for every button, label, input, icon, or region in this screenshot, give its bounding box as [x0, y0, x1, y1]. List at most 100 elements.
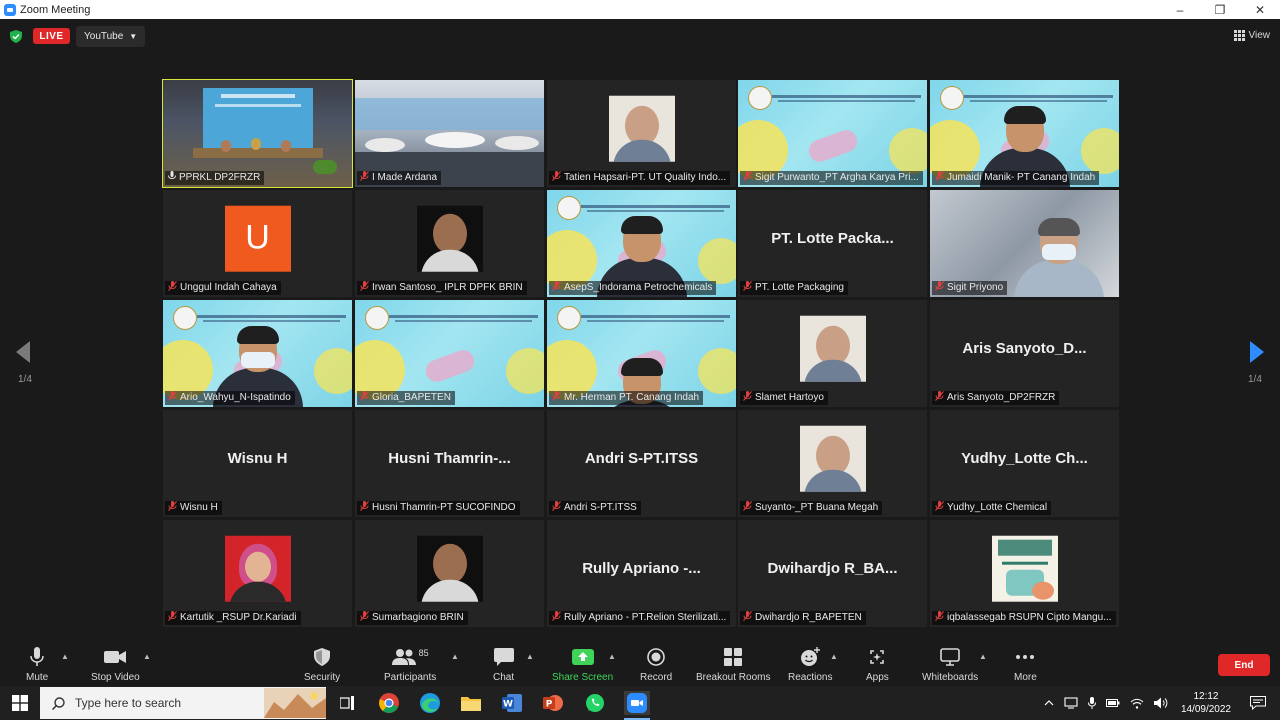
participant-name-label: Tatien Hapsari-PT. UT Quality Indo... — [549, 171, 731, 185]
participant-name-label: iqbalassegab RSUPN Cipto Mangu... — [932, 611, 1116, 625]
share-options-caret-icon[interactable]: ▲ — [608, 652, 616, 661]
maximize-button[interactable]: ❐ — [1200, 0, 1240, 19]
participant-name-label: Jumaidi Manik- PT Canang Indah — [932, 171, 1100, 185]
muted-microphone-icon — [552, 281, 561, 295]
muted-microphone-icon — [168, 281, 177, 295]
whiteboards-button[interactable]: Whiteboards — [922, 646, 978, 683]
participant-tile[interactable]: PT. Lotte Packa... PT. Lotte Packaging — [738, 190, 927, 297]
participant-tile[interactable]: Sigit Purwanto_PT Argha Karya Pri... — [738, 80, 927, 187]
chevron-up-icon[interactable] — [1044, 700, 1054, 706]
participant-name-label: AsepS_Indorama Petrochemicals — [549, 281, 717, 295]
participant-name-label: I Made Ardana — [357, 171, 442, 185]
chrome-icon[interactable] — [377, 691, 401, 715]
record-button[interactable]: Record — [640, 646, 672, 683]
participant-tile[interactable]: AsepS_Indorama Petrochemicals — [547, 190, 736, 297]
muted-microphone-icon — [935, 501, 944, 515]
whatsapp-icon[interactable] — [583, 691, 607, 715]
participants-options-caret-icon[interactable]: ▲ — [451, 652, 459, 661]
video-options-caret-icon[interactable]: ▲ — [143, 652, 151, 661]
participant-tile[interactable]: I Made Ardana — [355, 80, 544, 187]
participant-tile[interactable]: Kartutik _RSUP Dr.Kariadi — [163, 520, 352, 627]
edge-icon[interactable] — [418, 691, 442, 715]
participant-tile[interactable]: Dwihardjo R_BA... Dwihardjo R_BAPETEN — [738, 520, 927, 627]
muted-microphone-icon — [552, 171, 561, 185]
minimize-button[interactable]: – — [1160, 0, 1200, 19]
participant-name: Tatien Hapsari-PT. UT Quality Indo... — [564, 172, 727, 183]
participant-name-label: Wisnu H — [165, 501, 222, 515]
participant-tile[interactable]: Ario_Wahyu_N-Ispatindo — [163, 300, 352, 407]
shield-check-icon[interactable] — [10, 30, 22, 43]
microphone-tray-icon[interactable] — [1087, 697, 1096, 709]
participant-name-label: Kartutik _RSUP Dr.Kariadi — [165, 611, 301, 625]
file-explorer-icon[interactable] — [459, 691, 483, 715]
screen-share-tray-icon[interactable] — [1064, 697, 1078, 709]
taskbar-search-box[interactable]: Type here to search — [40, 687, 326, 719]
participant-tile[interactable]: Slamet Hartoyo — [738, 300, 927, 407]
muted-microphone-icon — [935, 281, 944, 295]
mute-button[interactable]: Mute — [26, 646, 48, 683]
participant-tile[interactable]: Gloria_BAPETEN — [355, 300, 544, 407]
next-page-arrow-icon[interactable] — [1250, 341, 1264, 363]
garuda-emblem-icon — [748, 86, 772, 110]
participant-profile-photo — [608, 95, 675, 162]
participant-tile[interactable]: Jumaidi Manik- PT Canang Indah — [930, 80, 1119, 187]
title-bar: Zoom Meeting – ❐ ✕ — [0, 0, 1280, 19]
powerpoint-icon[interactable]: P — [541, 691, 565, 715]
participant-tile[interactable]: PPRKL DP2FRZR — [162, 79, 353, 188]
muted-microphone-icon — [168, 611, 177, 625]
clock-time: 12:12 — [1193, 691, 1219, 702]
participant-tile[interactable]: Sumarbagiono BRIN — [355, 520, 544, 627]
share-screen-button[interactable]: Share Screen — [552, 646, 613, 683]
participant-tile[interactable]: Andri S-PT.ITSS Andri S-PT.ITSS — [547, 410, 736, 517]
security-button[interactable]: Security — [304, 646, 340, 683]
participant-display-name: Aris Sanyoto_D... — [962, 340, 1087, 357]
whiteboards-options-caret-icon[interactable]: ▲ — [979, 652, 987, 661]
participant-tile[interactable]: U Unggul Indah Cahaya — [163, 190, 352, 297]
windows-start-icon[interactable] — [0, 686, 40, 720]
previous-page-arrow-icon[interactable] — [16, 341, 30, 363]
participant-name: Ario_Wahyu_N-Ispatindo — [180, 392, 291, 403]
whiteboard-icon — [940, 646, 960, 668]
participant-tile[interactable]: Aris Sanyoto_D... Aris Sanyoto_DP2FRZR — [930, 300, 1119, 407]
participant-tile[interactable]: iqbalassegab RSUPN Cipto Mangu... — [930, 520, 1119, 627]
participant-tile[interactable]: Rully Apriano -... Rully Apriano - PT.Rel… — [547, 520, 736, 627]
wifi-icon[interactable] — [1130, 698, 1144, 709]
speaker-icon[interactable] — [1153, 697, 1168, 709]
battery-icon[interactable] — [1105, 699, 1120, 707]
participant-tile[interactable]: Tatien Hapsari-PT. UT Quality Indo... — [547, 80, 736, 187]
participants-icon: 85 — [391, 646, 429, 668]
live-badge[interactable]: LIVE — [33, 28, 70, 44]
breakout-rooms-button[interactable]: Breakout Rooms — [696, 646, 770, 683]
window-title: Zoom Meeting — [20, 3, 91, 16]
notifications-icon[interactable] — [1250, 696, 1266, 710]
reactions-options-caret-icon[interactable]: ▲ — [830, 652, 838, 661]
participant-name: AsepS_Indorama Petrochemicals — [564, 282, 713, 293]
participant-tile[interactable]: Mr. Herman PT. Canang Indah — [547, 300, 736, 407]
participant-tile[interactable]: Wisnu H Wisnu H — [163, 410, 352, 517]
participant-name-label: Andri S-PT.ITSS — [549, 501, 641, 515]
close-button[interactable]: ✕ — [1240, 0, 1280, 19]
muted-microphone-icon — [743, 501, 752, 515]
end-meeting-button[interactable]: End — [1218, 654, 1270, 676]
participant-tile[interactable]: Irwan Santoso_ IPLR DPFK BRIN — [355, 190, 544, 297]
participant-tile[interactable]: Yudhy_Lotte Ch... Yudhy_Lotte Chemical — [930, 410, 1119, 517]
stop-video-button[interactable]: Stop Video — [91, 646, 140, 683]
chat-options-caret-icon[interactable]: ▲ — [526, 652, 534, 661]
chat-button[interactable]: Chat — [493, 646, 514, 683]
more-button[interactable]: More — [1014, 646, 1037, 683]
word-icon[interactable]: W — [500, 691, 524, 715]
stream-dropdown[interactable]: YouTube ▼ — [76, 26, 146, 47]
apps-button[interactable]: Apps — [866, 646, 889, 683]
taskbar-clock[interactable]: 12:12 14/09/2022 — [1181, 690, 1231, 716]
reactions-button[interactable]: Reactions — [788, 646, 832, 683]
garuda-emblem-icon — [557, 196, 581, 220]
participant-tile[interactable]: Husni Thamrin-... Husni Thamrin-PT SUCOFI… — [355, 410, 544, 517]
participants-button[interactable]: 85 Participants — [384, 646, 436, 683]
participant-tile[interactable]: Suyanto-_PT Buana Megah — [738, 410, 927, 517]
task-view-icon[interactable] — [336, 691, 360, 715]
zoom-taskbar-icon[interactable] — [624, 691, 650, 720]
record-icon — [647, 646, 665, 668]
view-button[interactable]: View — [1233, 27, 1270, 43]
participant-tile[interactable]: Sigit Priyono — [930, 190, 1119, 297]
mute-options-caret-icon[interactable]: ▲ — [61, 652, 69, 661]
